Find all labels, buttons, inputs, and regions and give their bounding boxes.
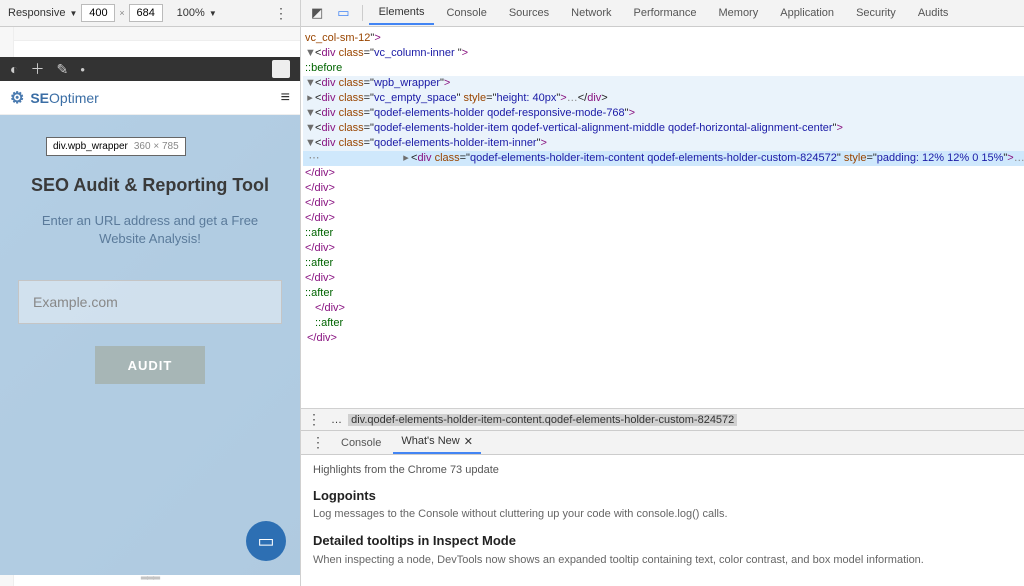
url-input[interactable]: Example.com	[18, 280, 282, 324]
device-mode-label: Responsive	[8, 7, 65, 19]
breadcrumb-current[interactable]: div.qodef-elements-holder-item-content.q…	[348, 414, 737, 426]
site-logo[interactable]: ⚙ SEOptimer	[10, 88, 99, 108]
url-input-placeholder: Example.com	[33, 294, 118, 310]
tab-security[interactable]: Security	[846, 2, 906, 24]
brand-part-a: SE	[30, 90, 49, 106]
chevron-down-icon: ▼	[69, 9, 77, 18]
tooltip-dimensions: 360 × 785	[134, 141, 179, 152]
drawer-more-icon[interactable]: ⋮	[307, 434, 329, 451]
tooltip-selector: div.wpb_wrapper	[53, 141, 128, 152]
tab-elements[interactable]: Elements	[369, 1, 435, 25]
hero-subtitle: Enter an URL address and get a Free Webs…	[18, 212, 282, 248]
viewport-height-input[interactable]	[129, 4, 163, 22]
inspect-element-icon[interactable]: ◩	[305, 2, 329, 24]
inspect-highlight-overlay: SEO Audit & Reporting Tool Enter an URL …	[0, 115, 300, 575]
tab-application[interactable]: Application	[770, 2, 844, 24]
dot-icon[interactable]: ●	[80, 65, 85, 74]
tool-icon[interactable]: ✎	[56, 61, 68, 78]
dom-tree[interactable]: vc_col-sm-12"> ▼<div class="vc_column-in…	[301, 27, 1024, 408]
item-desc: When inspecting a node, DevTools now sho…	[313, 554, 924, 566]
tab-console[interactable]: Console	[436, 2, 496, 24]
breadcrumb-ellipsis: …	[331, 414, 342, 426]
device-frame: ◐ ＋ ✎ ● ⚙ SEOptimer ≡ SEO Audit & Report…	[0, 57, 300, 577]
devtools-body: vc_col-sm-12"> ▼<div class="vc_column-in…	[301, 27, 1024, 430]
tab-sources[interactable]: Sources	[499, 2, 559, 24]
dimension-separator: ×	[119, 8, 124, 18]
audit-button[interactable]: AUDIT	[95, 346, 205, 384]
tab-performance[interactable]: Performance	[624, 2, 707, 24]
zoom-value: 100%	[177, 7, 205, 19]
devtools-pane: ◩ ▭ Elements Console Sources Network Per…	[301, 0, 1024, 586]
plus-icon[interactable]: ＋	[30, 59, 44, 79]
device-emulation-pane: Responsive ▼ × 100% ▼ ⋮ div.wpb_wrapper …	[0, 0, 301, 586]
drawer-tab-whatsnew[interactable]: What's New ✕	[393, 431, 481, 454]
whats-new-item[interactable]: Detailed tooltips in Inspect Mode When i…	[313, 532, 1024, 568]
divider	[362, 5, 363, 21]
devtools-drawer: ⋮ Console What's New ✕ ✕ Highlights from…	[301, 430, 1024, 586]
drawer-body: Highlights from the Chrome 73 update Log…	[301, 455, 1024, 586]
tab-network[interactable]: Network	[561, 2, 621, 24]
chat-icon: ▭	[257, 531, 274, 552]
item-desc: Log messages to the Console without clut…	[313, 508, 728, 520]
chat-widget[interactable]: ▭	[246, 521, 286, 561]
resize-handle-icon[interactable]: ═══	[141, 573, 159, 584]
hamburger-menu-icon[interactable]: ≡	[281, 89, 290, 107]
item-title: Detailed tooltips in Inspect Mode	[313, 532, 1024, 550]
whats-new-item[interactable]: Logpoints Log messages to the Console wi…	[313, 487, 1024, 523]
elements-panel: vc_col-sm-12"> ▼<div class="vc_column-in…	[301, 27, 1024, 430]
chevron-down-icon: ▼	[209, 9, 217, 18]
tab-audits[interactable]: Audits	[908, 2, 959, 24]
whats-new-content: Highlights from the Chrome 73 update Log…	[301, 455, 1024, 586]
breadcrumb-more-icon[interactable]: ⋮	[307, 411, 321, 428]
viewport-width-input[interactable]	[81, 4, 115, 22]
device-mode-dropdown[interactable]: Responsive ▼	[8, 7, 77, 19]
breadcrumb[interactable]: ⋮ … div.qodef-elements-holder-item-conte…	[301, 408, 1024, 430]
ruler-horizontal	[0, 27, 300, 41]
drawer-tab-console[interactable]: Console	[333, 433, 389, 453]
gear-icon: ⚙	[10, 88, 24, 108]
whats-new-headline: Highlights from the Chrome 73 update	[313, 463, 1024, 478]
site-admin-bar: ◐ ＋ ✎ ●	[0, 57, 300, 81]
preview-area: div.wpb_wrapper 360 × 785 ◐ ＋ ✎ ● ⚙ SEOp…	[0, 27, 300, 586]
drawer-tabs: ⋮ Console What's New ✕ ✕	[301, 431, 1024, 455]
item-title: Logpoints	[313, 487, 1024, 505]
avatar[interactable]	[272, 60, 290, 78]
devtools-main-tabs: ◩ ▭ Elements Console Sources Network Per…	[301, 0, 1024, 27]
toggle-device-icon[interactable]: ▭	[331, 2, 355, 24]
hero-title: SEO Audit & Reporting Tool	[18, 175, 282, 196]
device-toolbar: Responsive ▼ × 100% ▼ ⋮	[0, 0, 300, 27]
inspect-tooltip: div.wpb_wrapper 360 × 785	[46, 137, 186, 156]
zoom-dropdown[interactable]: 100% ▼	[177, 7, 217, 19]
device-toolbar-more-icon[interactable]: ⋮	[270, 5, 292, 22]
brand-part-b: Optimer	[49, 90, 99, 106]
site-header: ⚙ SEOptimer ≡	[0, 81, 300, 115]
tab-memory[interactable]: Memory	[709, 2, 769, 24]
close-tab-icon[interactable]: ✕	[464, 435, 473, 448]
gauge-icon[interactable]: ◐	[10, 61, 18, 77]
